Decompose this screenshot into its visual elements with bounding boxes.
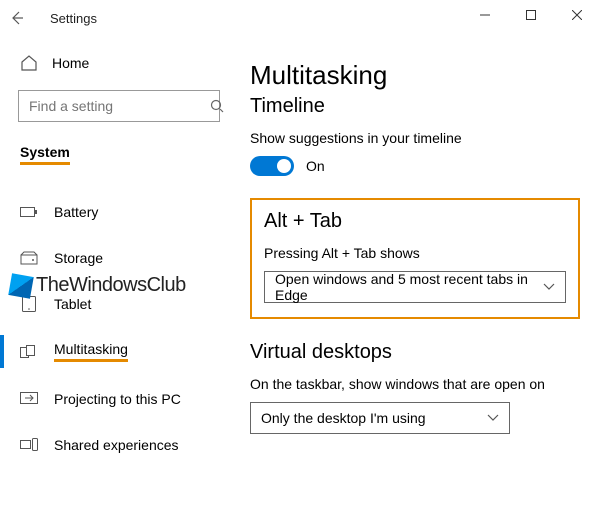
sidebar-item-label: Storage: [54, 250, 103, 266]
page-heading: Multitasking: [250, 60, 580, 91]
battery-icon: [20, 203, 38, 221]
timeline-toggle[interactable]: [250, 156, 294, 176]
search-input[interactable]: [29, 98, 210, 114]
alttab-sub: Pressing Alt + Tab shows: [264, 245, 566, 261]
settings-window: Settings Home: [0, 0, 600, 505]
sidebar-nav: Battery Storage Tablet: [0, 197, 238, 460]
sidebar-home[interactable]: Home: [0, 48, 238, 78]
minimize-button[interactable]: [462, 0, 508, 30]
timeline-toggle-row: On: [250, 156, 580, 176]
sidebar-item-multitasking[interactable]: Multitasking: [0, 335, 238, 368]
projecting-icon: [20, 390, 38, 408]
alttab-section: Alt + Tab Pressing Alt + Tab shows Open …: [250, 198, 580, 319]
section-timeline-title: Timeline: [250, 95, 580, 118]
sidebar-item-storage[interactable]: Storage: [0, 243, 238, 273]
storage-icon: [20, 249, 38, 267]
back-button[interactable]: [0, 10, 34, 26]
home-icon: [20, 54, 38, 72]
sidebar-home-label: Home: [52, 55, 89, 71]
shared-icon: [20, 436, 38, 454]
virtual-dropdown-value: Only the desktop I'm using: [261, 410, 426, 426]
close-button[interactable]: [554, 0, 600, 30]
sidebar-category-system[interactable]: System: [0, 138, 238, 169]
search-input-wrap[interactable]: [18, 90, 220, 122]
chevron-down-icon: [487, 414, 499, 422]
search-icon: [210, 99, 224, 113]
virtual-dropdown[interactable]: Only the desktop I'm using: [250, 402, 510, 434]
sidebar: Home System Battery: [0, 36, 238, 505]
multitasking-icon: [20, 343, 38, 361]
sidebar-item-battery[interactable]: Battery: [0, 197, 238, 227]
sidebar-item-label: Battery: [54, 204, 98, 220]
sidebar-item-label: Shared experiences: [54, 437, 179, 453]
chevron-down-icon: [543, 283, 555, 291]
sidebar-item-label: Tablet: [54, 296, 91, 312]
sidebar-item-label: Multitasking: [54, 341, 128, 362]
alttab-dropdown[interactable]: Open windows and 5 most recent tabs in E…: [264, 271, 566, 303]
sidebar-item-label: Projecting to this PC: [54, 391, 181, 407]
window-controls: [462, 0, 600, 30]
timeline-sub: Show suggestions in your timeline: [250, 130, 580, 146]
sidebar-item-shared[interactable]: Shared experiences: [0, 430, 238, 460]
virtual-sub: On the taskbar, show windows that are op…: [250, 376, 580, 392]
titlebar: Settings: [0, 0, 600, 36]
section-alttab-title: Alt + Tab: [264, 210, 566, 233]
sidebar-item-tablet[interactable]: Tablet: [0, 289, 238, 319]
timeline-toggle-state: On: [306, 158, 325, 174]
maximize-button[interactable]: [508, 0, 554, 30]
tablet-icon: [20, 295, 38, 313]
section-virtual-title: Virtual desktops: [250, 341, 580, 364]
alttab-dropdown-value: Open windows and 5 most recent tabs in E…: [275, 271, 543, 303]
main-content: Multitasking Timeline Show suggestions i…: [238, 36, 600, 505]
sidebar-item-projecting[interactable]: Projecting to this PC: [0, 384, 238, 414]
window-title: Settings: [50, 11, 97, 26]
